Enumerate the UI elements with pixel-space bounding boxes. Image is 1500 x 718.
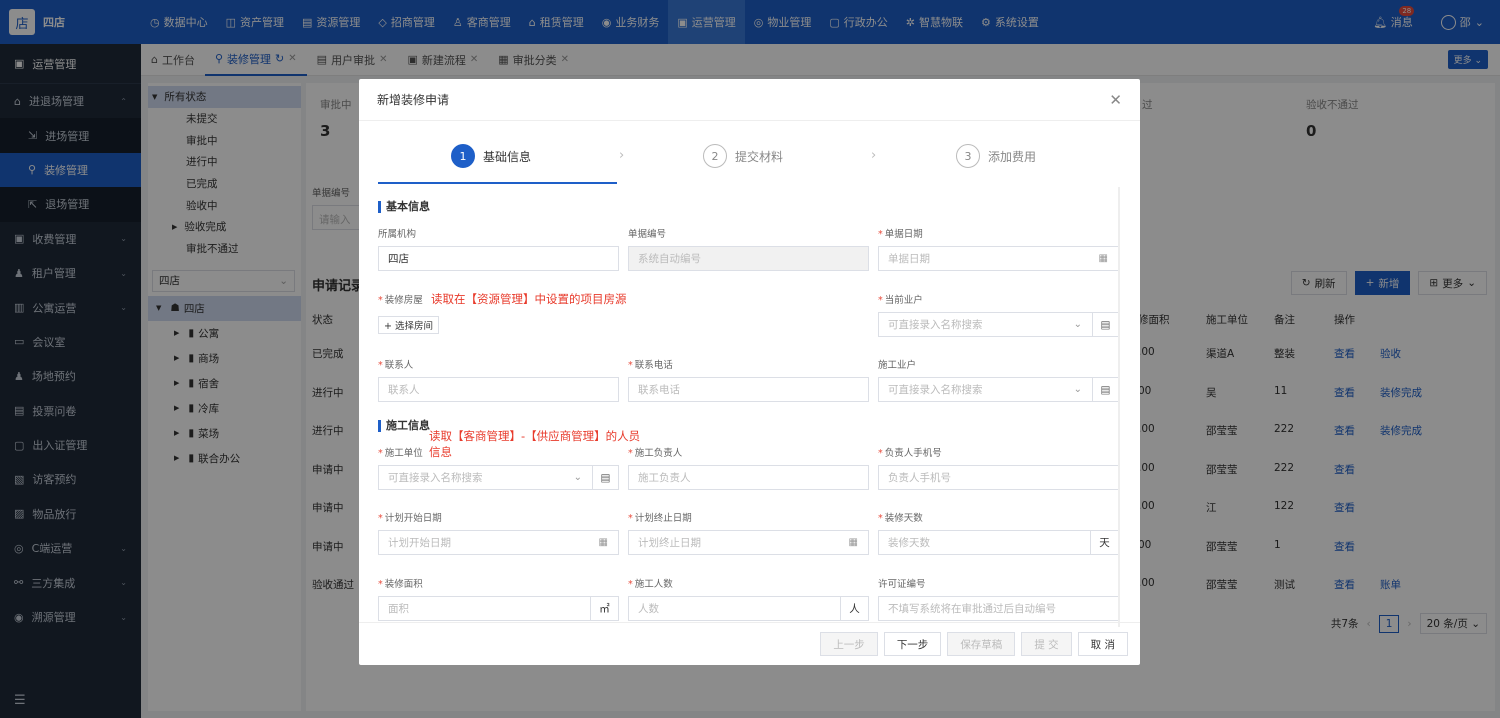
owner-placeholder: 可直接录入名称搜索 bbox=[888, 319, 983, 331]
step-label: 添加费用 bbox=[988, 149, 1037, 164]
next-step-button[interactable]: 下一步 bbox=[883, 632, 942, 656]
room-label-text: 装修房屋 bbox=[384, 295, 423, 306]
days-input[interactable]: 装修天数 天 bbox=[878, 530, 1119, 555]
owner-label-text: 当前业户 bbox=[884, 295, 923, 306]
room-annotation: 读取在【资源管理】中设置的项目房源 bbox=[431, 292, 627, 306]
end-date-label: * 计划终止日期 bbox=[628, 513, 692, 524]
step-fees[interactable]: 3 添加费用 bbox=[956, 144, 1036, 168]
start-date-field[interactable]: 计划开始日期 ▦ bbox=[378, 530, 619, 555]
unit-annotation: 读取【客商管理】-【供应商管理】的人员信息 bbox=[429, 429, 641, 459]
unit-label: * 施工单位 bbox=[378, 448, 423, 459]
contact-label-text: 联系人 bbox=[384, 360, 414, 371]
permit-input[interactable]: 不填写系统将在审批通过后自动编号 bbox=[878, 596, 1119, 621]
step-label: 提交材料 bbox=[735, 149, 784, 164]
owner-select[interactable]: 可直接录入名称搜索 ⌄ bbox=[878, 312, 1093, 337]
save-draft-button[interactable]: 保存草稿 bbox=[947, 632, 1016, 656]
contact-label: * 联系人 bbox=[378, 360, 414, 371]
end-date-field[interactable]: 计划终止日期 ▦ bbox=[628, 530, 869, 555]
workers-placeholder: 人数 bbox=[638, 603, 659, 615]
section-construction-info: 施工信息 bbox=[378, 420, 430, 432]
workers-label: * 施工人数 bbox=[628, 579, 673, 590]
chevron-down-icon: ⌄ bbox=[1073, 319, 1082, 330]
chevron-right-icon: › bbox=[619, 148, 625, 163]
step-basic-info[interactable]: 1 基础信息 bbox=[451, 144, 531, 168]
builder-owner-label: 施工业户 bbox=[878, 360, 917, 371]
step-number: 3 bbox=[956, 144, 980, 168]
area-unit: ㎡ bbox=[590, 597, 618, 620]
area-input[interactable]: 面积 ㎡ bbox=[378, 596, 619, 621]
start-date-label-text: 计划开始日期 bbox=[384, 513, 442, 524]
unit-label-text: 施工单位 bbox=[384, 448, 423, 459]
permit-label: 许可证编号 bbox=[878, 579, 926, 590]
chevron-down-icon: ⌄ bbox=[573, 472, 582, 483]
leader-phone-label: * 负责人手机号 bbox=[878, 448, 942, 459]
phone-input[interactable]: 联系电话 bbox=[628, 377, 869, 402]
area-label-text: 装修面积 bbox=[384, 579, 423, 590]
workers-unit: 人 bbox=[840, 597, 868, 620]
area-placeholder: 面积 bbox=[388, 603, 409, 615]
bill-no-label: 单据编号 bbox=[628, 229, 667, 240]
builder-owner-select[interactable]: 可直接录入名称搜索 ⌄ bbox=[878, 377, 1093, 402]
leader-input[interactable]: 施工负责人 bbox=[628, 465, 869, 490]
days-unit: 天 bbox=[1090, 531, 1118, 554]
start-date-label: * 计划开始日期 bbox=[378, 513, 442, 524]
owner-label: * 当前业户 bbox=[878, 295, 923, 306]
leader-label: * 施工负责人 bbox=[628, 448, 683, 459]
dialog-footer: 上一步 下一步 保存草稿 提 交 取 消 bbox=[359, 622, 1140, 665]
phone-label: * 联系电话 bbox=[628, 360, 673, 371]
leader-phone-input[interactable]: 负责人手机号 bbox=[878, 465, 1119, 490]
calendar-icon: ▦ bbox=[848, 537, 858, 548]
clipboard-icon[interactable]: ▤ bbox=[592, 465, 619, 490]
days-label: * 装修天数 bbox=[878, 513, 923, 524]
days-placeholder: 装修天数 bbox=[888, 537, 930, 549]
leader-phone-label-text: 负责人手机号 bbox=[884, 448, 942, 459]
unit-select[interactable]: 可直接录入名称搜索 ⌄ bbox=[378, 465, 593, 490]
room-label: * 装修房屋 bbox=[378, 295, 423, 306]
steps: 1 基础信息 › 2 提交材料 › 3 添加费用 bbox=[378, 144, 1119, 184]
dialog-header: 新增装修申请 ✕ bbox=[359, 79, 1140, 121]
bill-no-field: 系统自动编号 bbox=[628, 246, 869, 271]
phone-label-text: 联系电话 bbox=[634, 360, 673, 371]
scrollbar[interactable] bbox=[1118, 187, 1120, 627]
step-label: 基础信息 bbox=[483, 149, 532, 164]
section-basic-info: 基本信息 bbox=[378, 201, 430, 213]
active-step-underline bbox=[378, 182, 617, 184]
end-date-placeholder: 计划终止日期 bbox=[638, 537, 701, 549]
calendar-icon: ▦ bbox=[598, 537, 608, 548]
workers-label-text: 施工人数 bbox=[634, 579, 673, 590]
unit-placeholder: 可直接录入名称搜索 bbox=[388, 472, 483, 484]
end-date-label-text: 计划终止日期 bbox=[634, 513, 692, 524]
clipboard-icon[interactable]: ▤ bbox=[1092, 312, 1119, 337]
step-number: 2 bbox=[703, 144, 727, 168]
bill-date-label: * 单据日期 bbox=[878, 229, 923, 240]
step-number: 1 bbox=[451, 144, 475, 168]
bill-date-label-text: 单据日期 bbox=[884, 229, 923, 240]
workers-input[interactable]: 人数 人 bbox=[628, 596, 869, 621]
contact-input[interactable]: 联系人 bbox=[378, 377, 619, 402]
step-materials[interactable]: 2 提交材料 bbox=[703, 144, 783, 168]
org-label: 所属机构 bbox=[378, 229, 417, 240]
select-room-button[interactable]: + 选择房间 bbox=[378, 316, 439, 334]
org-field[interactable]: 四店 bbox=[378, 246, 619, 271]
prev-step-button[interactable]: 上一步 bbox=[820, 632, 878, 656]
chevron-down-icon: ⌄ bbox=[1073, 384, 1082, 395]
bill-date-placeholder: 单据日期 bbox=[888, 253, 930, 265]
clipboard-icon[interactable]: ▤ bbox=[1092, 377, 1119, 402]
new-renovation-dialog: 新增装修申请 ✕ 1 基础信息 › 2 提交材料 › 3 添加费用 基本信息 所属机构… bbox=[359, 79, 1140, 665]
days-label-text: 装修天数 bbox=[884, 513, 923, 524]
dialog-title: 新增装修申请 bbox=[377, 93, 450, 107]
cancel-button[interactable]: 取 消 bbox=[1077, 632, 1128, 656]
builder-owner-placeholder: 可直接录入名称搜索 bbox=[888, 384, 983, 396]
bill-date-field[interactable]: 单据日期 ▦ bbox=[878, 246, 1119, 271]
close-icon[interactable]: ✕ bbox=[1109, 91, 1122, 109]
chevron-right-icon: › bbox=[871, 148, 877, 163]
start-date-placeholder: 计划开始日期 bbox=[388, 537, 451, 549]
submit-button[interactable]: 提 交 bbox=[1021, 632, 1072, 656]
area-label: * 装修面积 bbox=[378, 579, 423, 590]
calendar-icon: ▦ bbox=[1098, 253, 1108, 264]
leader-label-text: 施工负责人 bbox=[634, 448, 683, 459]
